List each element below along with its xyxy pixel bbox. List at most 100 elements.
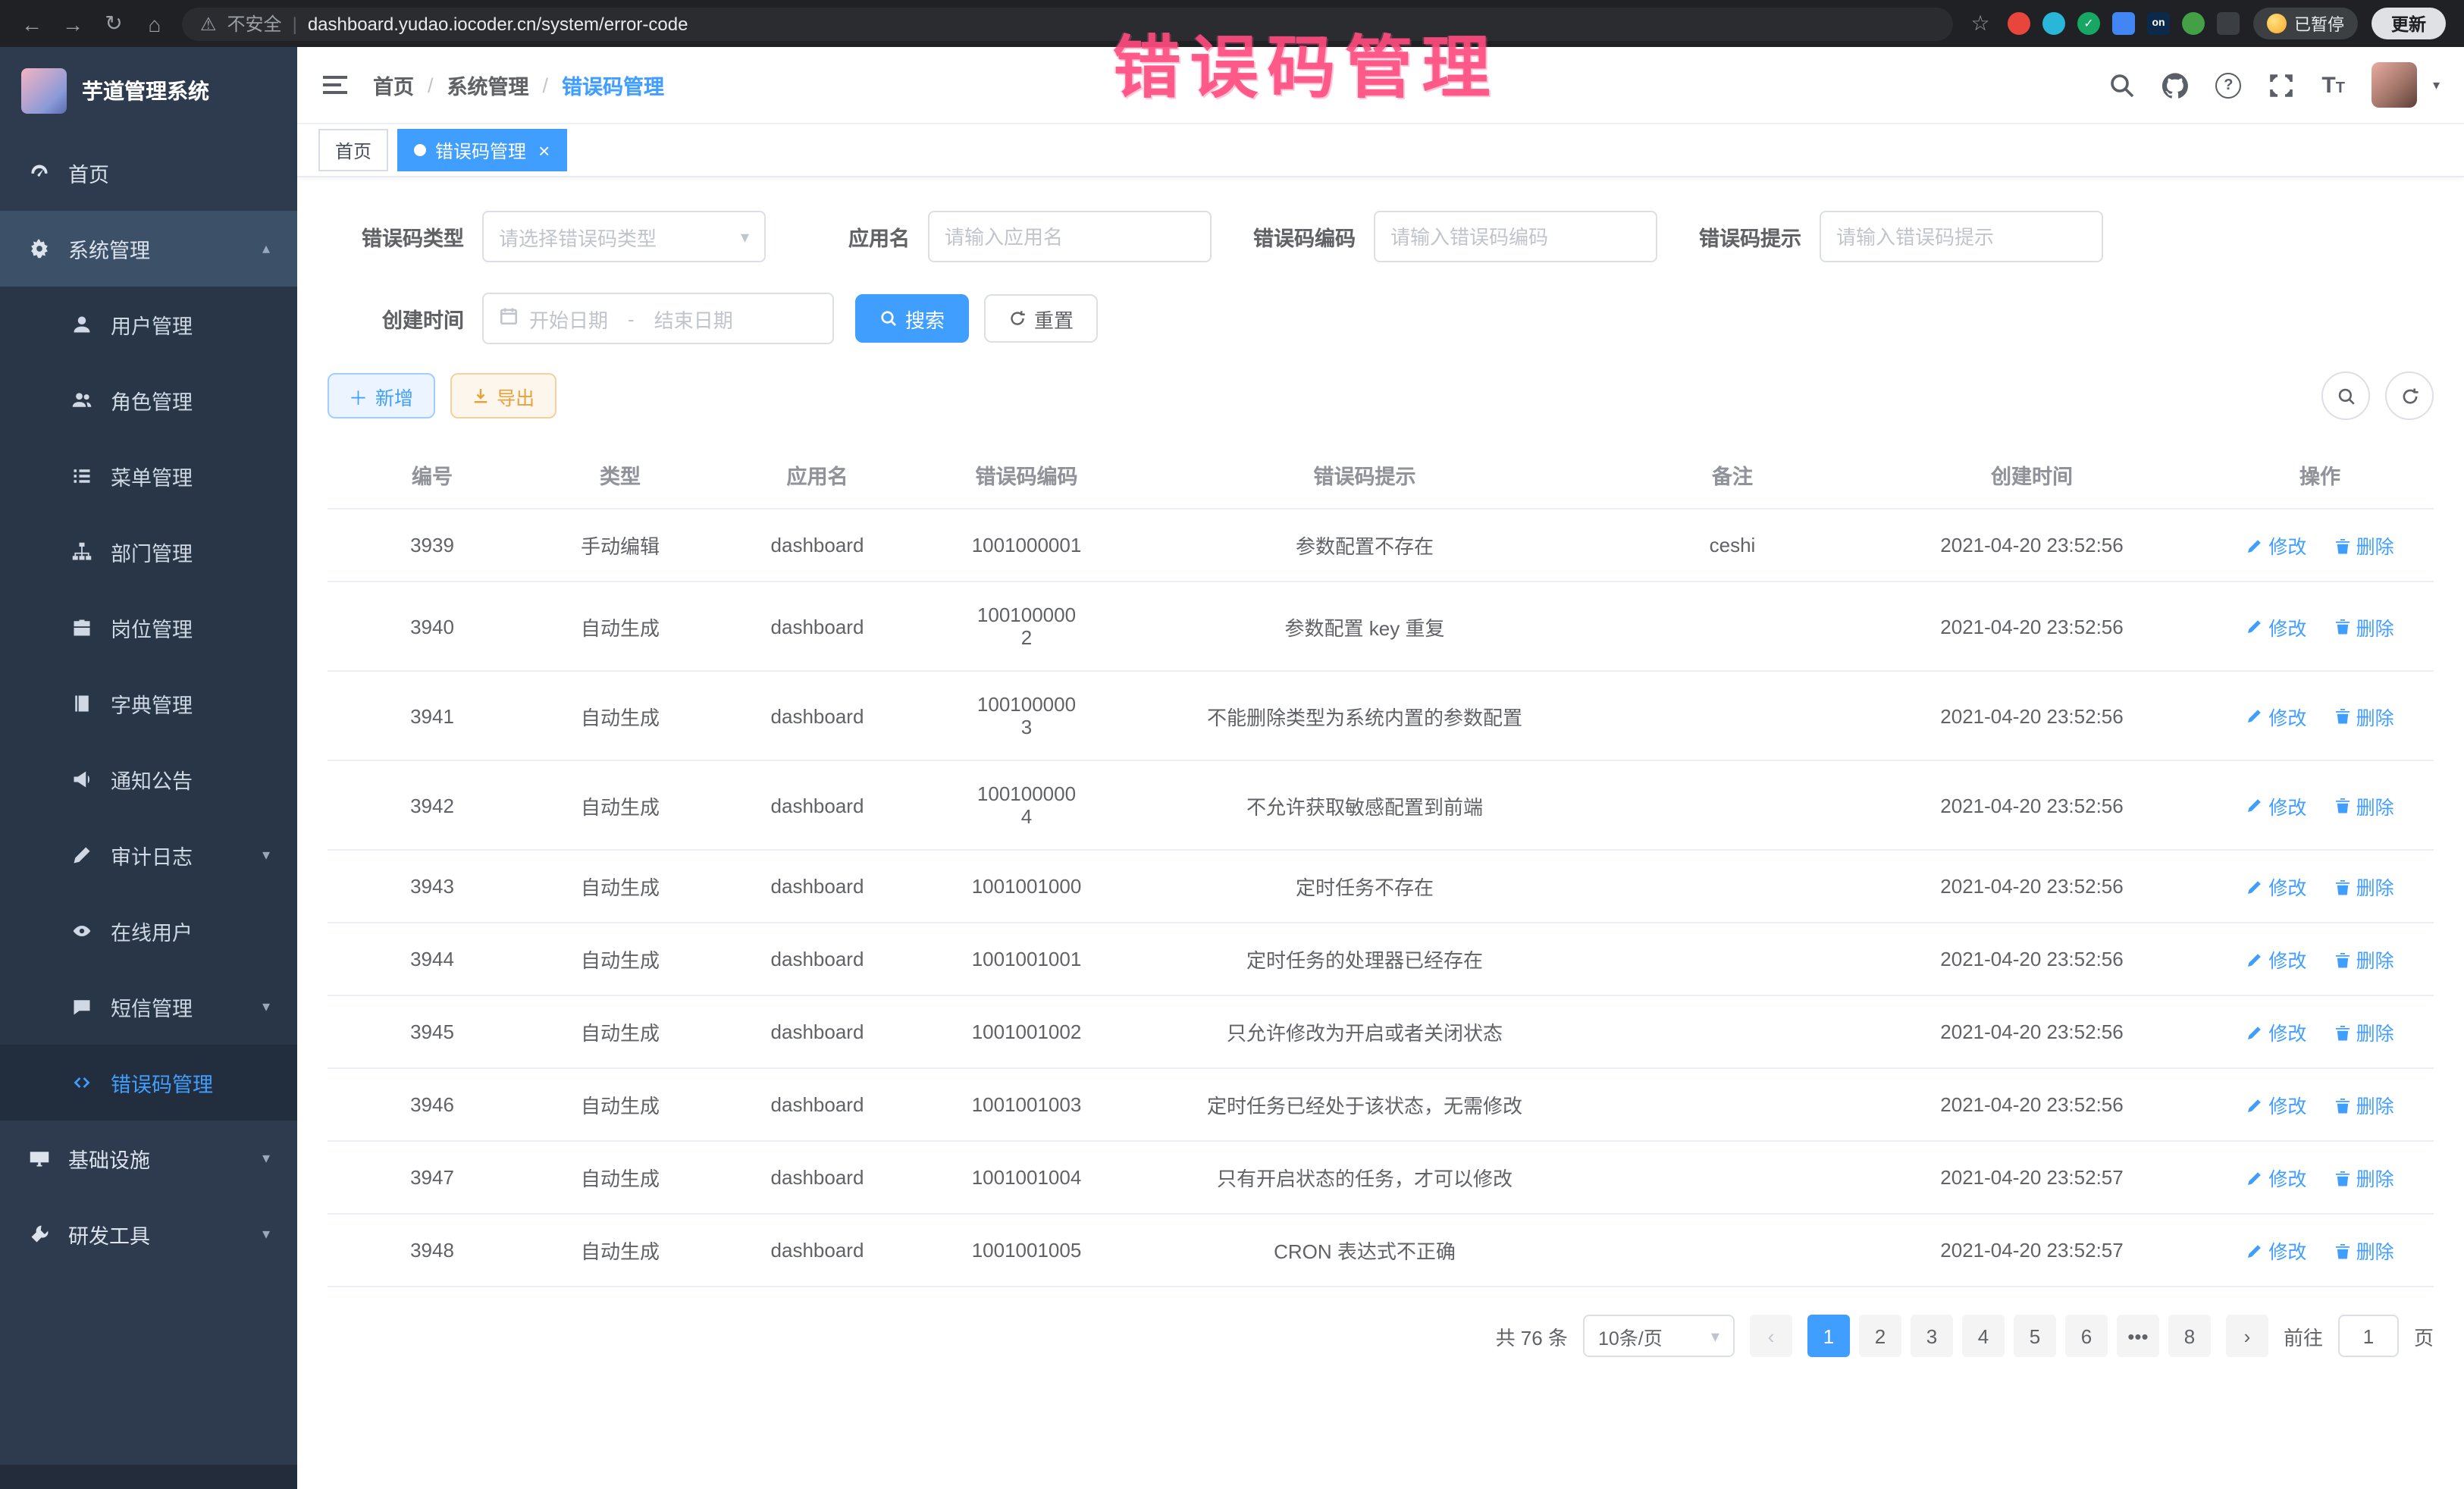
app-name-input[interactable] xyxy=(928,211,1212,262)
export-button[interactable]: 导出 xyxy=(450,373,556,418)
cell-type: 自动生成 xyxy=(537,760,704,850)
sidebar-item-system-management[interactable]: 系统管理 ▴ xyxy=(0,211,297,287)
page-number-button[interactable]: 5 xyxy=(2014,1315,2056,1357)
sidebar-item-user-management[interactable]: 用户管理 xyxy=(0,287,297,362)
bookmark-star-icon[interactable]: ☆ xyxy=(1967,11,1994,36)
sidebar-item-dev-tools[interactable]: 研发工具 ▾ xyxy=(0,1196,297,1272)
forward-icon[interactable]: → xyxy=(59,11,86,36)
edit-button[interactable]: 修改 xyxy=(2246,872,2306,901)
delete-button[interactable]: 删除 xyxy=(2334,1017,2394,1046)
edit-button[interactable]: 修改 xyxy=(2246,1017,2306,1046)
tag-home[interactable]: 首页 xyxy=(318,129,388,171)
delete-button[interactable]: 删除 xyxy=(2334,612,2394,641)
avatar-caret-icon[interactable]: ▾ xyxy=(2433,77,2440,93)
edit-button[interactable]: 修改 xyxy=(2246,701,2306,730)
sidebar-item-dict-management[interactable]: 字典管理 xyxy=(0,666,297,741)
leaf-extension-icon[interactable] xyxy=(2182,12,2205,35)
sidebar-item-audit-log[interactable]: 审计日志 ▾ xyxy=(0,817,297,893)
green-check-extension-icon[interactable]: ✓ xyxy=(2077,12,2100,35)
edit-button[interactable]: 修改 xyxy=(2246,1163,2306,1192)
browser-update-button[interactable]: 更新 xyxy=(2372,8,2446,39)
grid-extension-icon[interactable] xyxy=(2112,12,2135,35)
sidebar-item-sms-management[interactable]: 短信管理 ▾ xyxy=(0,969,297,1045)
sidebar-item-online-users[interactable]: 在线用户 xyxy=(0,893,297,969)
page-number-button[interactable]: ••• xyxy=(2117,1315,2159,1357)
sidebar-item-department-management[interactable]: 部门管理 xyxy=(0,514,297,590)
goto-page-input[interactable] xyxy=(2338,1315,2399,1357)
sidebar-item-infrastructure[interactable]: 基础设施 ▾ xyxy=(0,1121,297,1196)
adblock-extension-icon[interactable] xyxy=(2008,12,2030,35)
fullscreen-icon[interactable] xyxy=(2268,72,2294,98)
delete-button[interactable]: 删除 xyxy=(2334,791,2394,820)
delete-button[interactable]: 删除 xyxy=(2334,1090,2394,1119)
sidebar-item-error-code-management[interactable]: 错误码管理 xyxy=(0,1045,297,1121)
page-number-button[interactable]: 2 xyxy=(1859,1315,1901,1357)
sidebar-item-home[interactable]: 首页 xyxy=(0,135,297,211)
sidebar-item-role-management[interactable]: 角色管理 xyxy=(0,362,297,438)
sidebar-item-menu-management[interactable]: 菜单管理 xyxy=(0,438,297,514)
cell-id: 3942 xyxy=(328,760,537,850)
teal-extension-icon[interactable] xyxy=(2042,12,2065,35)
cell-app: dashboard xyxy=(704,581,931,671)
reload-icon[interactable]: ↻ xyxy=(100,11,127,36)
edit-button[interactable]: 修改 xyxy=(2246,1236,2306,1265)
cell-hint: 定时任务已经处于该状态，无需修改 xyxy=(1122,1068,1607,1141)
previous-page-button[interactable]: ‹ xyxy=(1750,1315,1792,1357)
puzzle-extension-icon[interactable] xyxy=(2217,12,2240,35)
sidebar: 芋道管理系统 首页 系统管理 ▴ 用户管理 角色管理 xyxy=(0,47,297,1489)
edit-button[interactable]: 修改 xyxy=(2246,945,2306,973)
edit-button[interactable]: 修改 xyxy=(2246,1090,2306,1119)
hamburger-icon[interactable] xyxy=(321,71,349,99)
back-icon[interactable]: ← xyxy=(18,11,45,36)
tag-close-icon[interactable]: × xyxy=(538,140,550,160)
edit-button[interactable]: 修改 xyxy=(2246,791,2306,820)
sidebar-item-post-management[interactable]: 岗位管理 xyxy=(0,590,297,666)
page-number-button[interactable]: 1 xyxy=(1807,1315,1850,1357)
home-icon[interactable]: ⌂ xyxy=(141,11,168,36)
refresh-icon-button[interactable] xyxy=(2385,371,2434,420)
edit-button[interactable]: 修改 xyxy=(2246,612,2306,641)
breadcrumb-home[interactable]: 首页 xyxy=(373,70,414,100)
breadcrumb-system[interactable]: 系统管理 xyxy=(447,70,529,100)
page-number-button[interactable]: 8 xyxy=(2168,1315,2211,1357)
date-range-picker[interactable]: 开始日期 - 结束日期 xyxy=(482,293,834,344)
error-code-input[interactable] xyxy=(1374,211,1657,262)
page-number-button[interactable]: 4 xyxy=(1962,1315,2005,1357)
cell-type: 自动生成 xyxy=(537,995,704,1068)
toggle-search-icon-button[interactable] xyxy=(2321,371,2370,420)
page-number-button[interactable]: 6 xyxy=(2065,1315,2108,1357)
delete-button[interactable]: 删除 xyxy=(2334,701,2394,730)
page-size-select[interactable]: 10条/页 ▾ xyxy=(1583,1315,1735,1357)
search-icon[interactable] xyxy=(2109,72,2135,98)
security-warning-icon: ⚠ xyxy=(200,13,217,34)
cell-type: 自动生成 xyxy=(537,850,704,923)
on-badge-extension-icon[interactable]: on xyxy=(2147,12,2170,35)
page-number-button[interactable]: 3 xyxy=(1911,1315,1953,1357)
delete-button[interactable]: 删除 xyxy=(2334,1236,2394,1265)
profile-paused-badge[interactable]: 已暂停 xyxy=(2253,8,2358,39)
tag-error-code-management[interactable]: 错误码管理 × xyxy=(397,129,566,171)
reset-button[interactable]: 重置 xyxy=(984,294,1098,343)
app-logo[interactable]: 芋道管理系统 xyxy=(0,47,297,135)
table-row: 3941 自动生成 dashboard 100100000 3 不能删除类型为系… xyxy=(328,671,2434,760)
eye-icon xyxy=(70,920,94,942)
paused-label: 已暂停 xyxy=(2294,11,2344,36)
add-button[interactable]: ＋ 新增 xyxy=(328,373,434,418)
edit-button[interactable]: 修改 xyxy=(2246,531,2306,560)
avatar[interactable] xyxy=(2372,62,2418,108)
chevron-down-icon: ▾ xyxy=(741,227,749,246)
help-icon[interactable]: ? xyxy=(2215,72,2241,98)
error-hint-input[interactable] xyxy=(1820,211,2103,262)
address-bar[interactable]: ⚠ 不安全 | dashboard.yudao.iocoder.cn/syste… xyxy=(182,7,1953,40)
cell-time: 2021-04-20 23:52:57 xyxy=(1857,1214,2206,1287)
github-icon[interactable] xyxy=(2162,72,2188,98)
delete-button[interactable]: 删除 xyxy=(2334,872,2394,901)
error-type-select[interactable]: 请选择错误码类型 ▾ xyxy=(482,211,766,262)
delete-button[interactable]: 删除 xyxy=(2334,1163,2394,1192)
font-size-icon[interactable]: TT xyxy=(2321,74,2345,96)
sidebar-item-notice-management[interactable]: 通知公告 xyxy=(0,741,297,817)
next-page-button[interactable]: › xyxy=(2226,1315,2268,1357)
delete-button[interactable]: 删除 xyxy=(2334,945,2394,973)
delete-button[interactable]: 删除 xyxy=(2334,531,2394,560)
search-button[interactable]: 搜索 xyxy=(855,294,969,343)
